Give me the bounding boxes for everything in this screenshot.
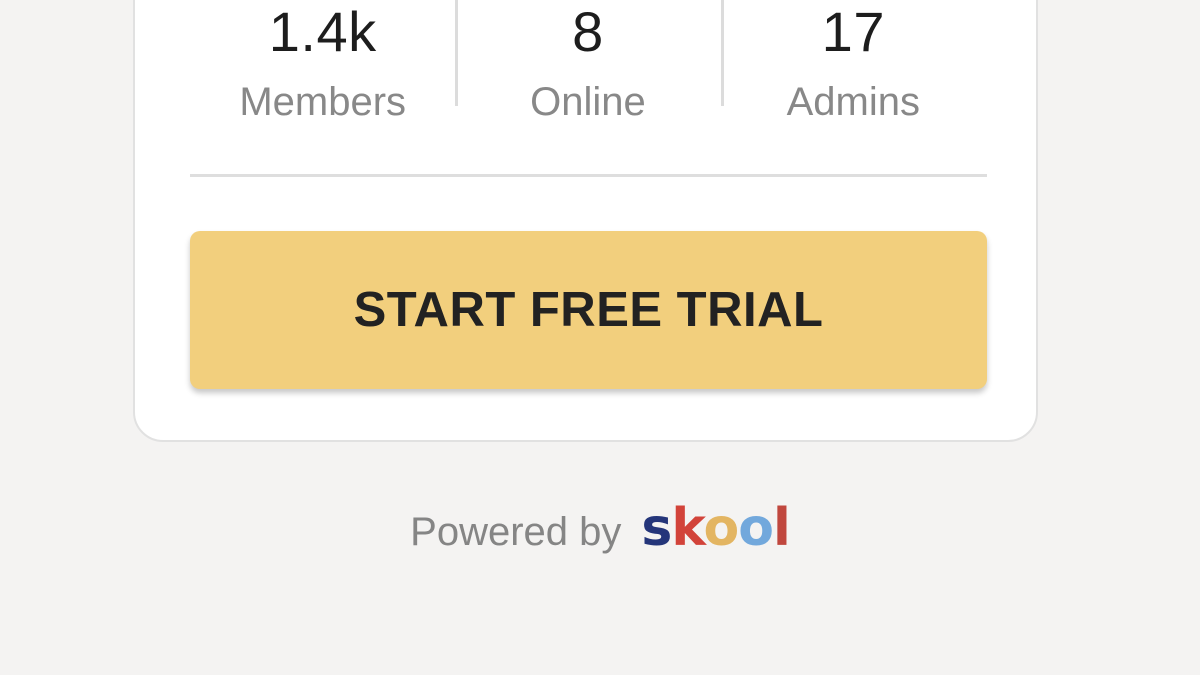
stat-members[interactable]: 1.4k Members [190, 0, 455, 123]
powered-by-footer: Powered by skool [0, 498, 1200, 558]
skool-logo-letter: l [773, 498, 791, 558]
start-free-trial-label: START FREE TRIAL [353, 283, 824, 337]
stat-online-label: Online [530, 80, 646, 124]
stat-online[interactable]: 8 Online [455, 0, 720, 122]
stats-divider [190, 174, 987, 177]
skool-logo-letter: k [671, 498, 704, 558]
skool-logo-letter: o [703, 498, 740, 558]
skool-logo-letter: o [738, 498, 774, 558]
group-about-card: 1.4k Members 8 Online 17 Admins START FR… [133, 0, 1038, 442]
start-free-trial-button[interactable]: START FREE TRIAL [190, 231, 987, 389]
stat-admins-label: Admins [786, 80, 921, 124]
stat-admins[interactable]: 17 Admins [720, 0, 986, 122]
stat-members-value: 1.4k [268, 0, 377, 63]
powered-by-text: Powered by [410, 510, 622, 554]
stat-members-label: Members [239, 80, 407, 124]
stat-admins-value: 17 [821, 0, 885, 63]
page: 1.4k Members 8 Online 17 Admins START FR… [0, 0, 1200, 675]
skool-logo-letter: s [641, 498, 672, 558]
stat-online-value: 8 [572, 0, 604, 63]
group-stats: 1.4k Members 8 Online 17 Admins [190, 0, 986, 123]
skool-logo[interactable]: skool [641, 498, 791, 558]
